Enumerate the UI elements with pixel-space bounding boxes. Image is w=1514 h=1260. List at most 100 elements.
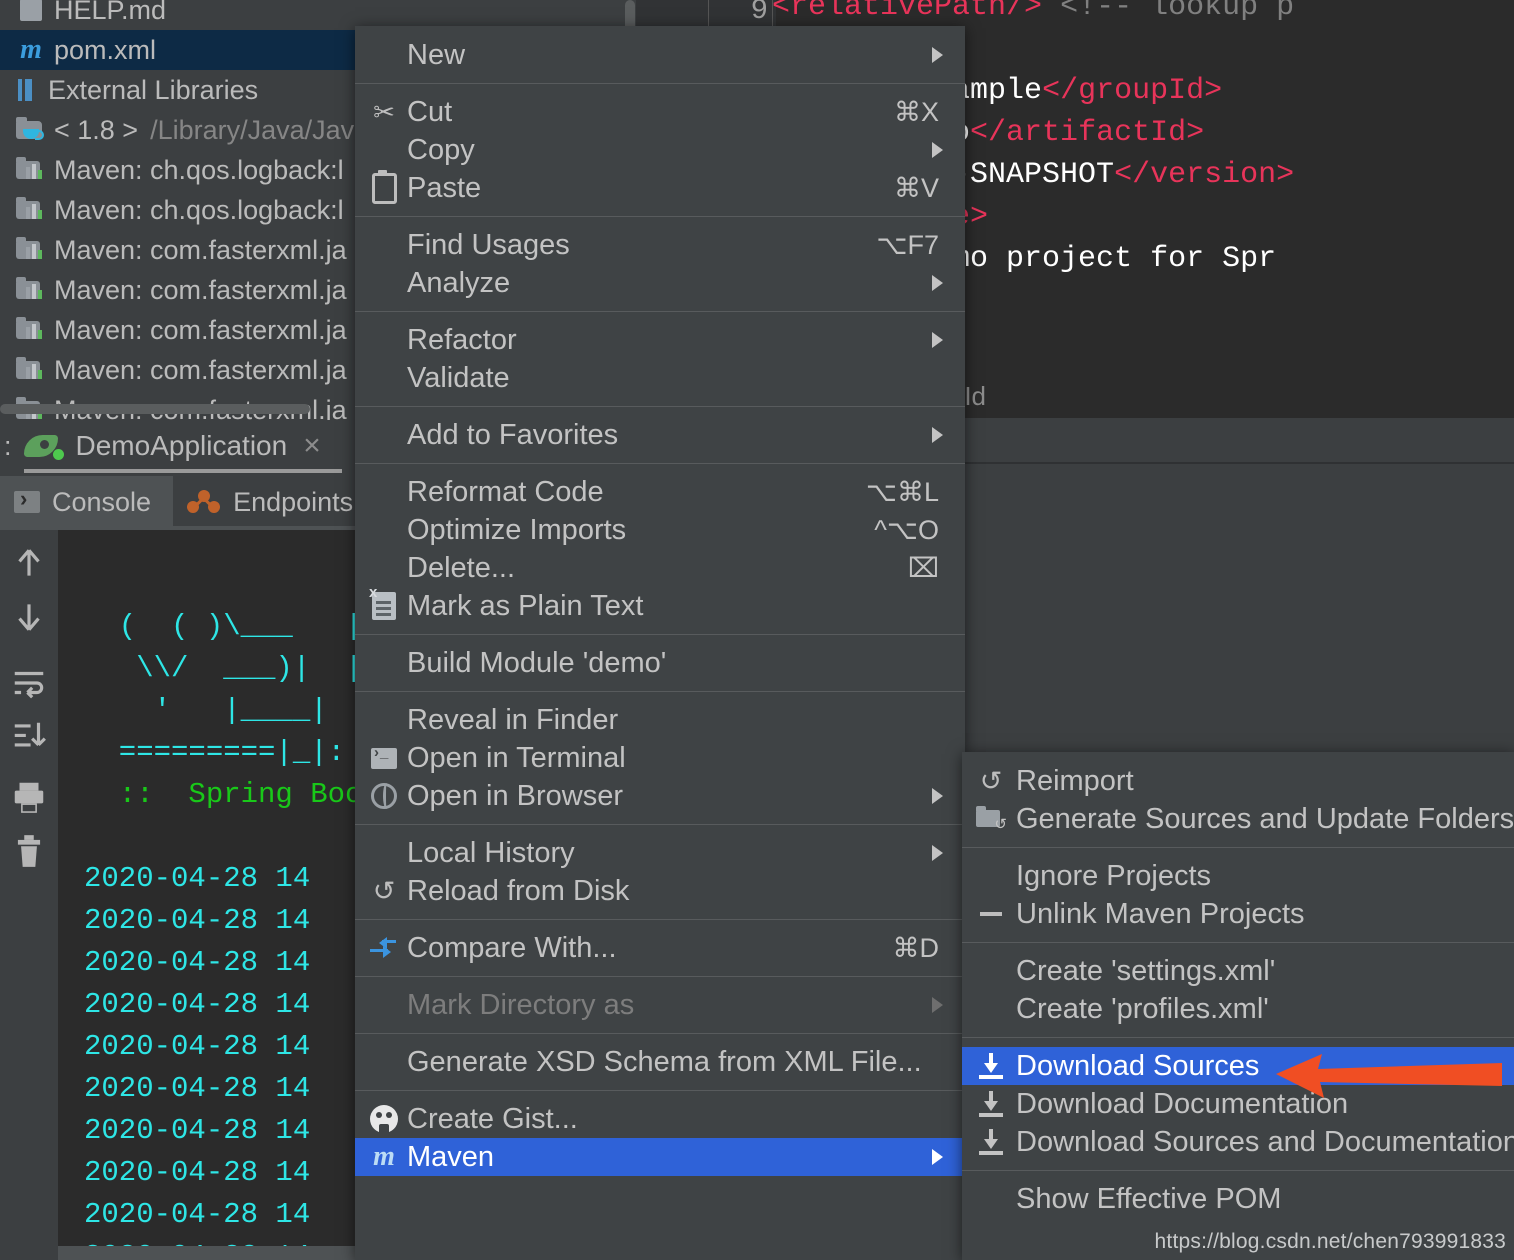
context-menu[interactable]: New ✂ Cut ⌘X Copy Paste ⌘V Find Usages ⌥F7 Analyz…	[355, 26, 965, 1260]
github-icon	[370, 1105, 398, 1133]
tab-endpoints[interactable]: Endpoints	[173, 476, 375, 528]
scroll-to-end-icon[interactable]	[10, 718, 48, 756]
menu-item[interactable]: Download Sources	[962, 1047, 1514, 1085]
menu-separator	[355, 1090, 965, 1091]
trash-icon[interactable]	[10, 832, 48, 870]
tree-item-label: Maven: com.fasterxml.ja	[54, 314, 347, 345]
menu-item[interactable]: Validate	[355, 359, 965, 397]
tab-console-label: Console	[52, 486, 152, 517]
menu-item[interactable]: Refactor	[355, 321, 965, 359]
menu-item-label: Compare With...	[407, 931, 617, 964]
maven-lib-icon	[16, 317, 46, 341]
menu-item[interactable]: ↺ Reload from Disk	[355, 872, 965, 910]
arrow-down-icon[interactable]	[10, 598, 48, 636]
menu-item[interactable]: Local History	[355, 834, 965, 872]
menu-item[interactable]: Find Usages ⌥F7	[355, 226, 965, 264]
menu-item-label: Generate XSD Schema from XML File...	[407, 1045, 922, 1078]
maven-lib-icon	[16, 197, 46, 221]
close-icon[interactable]: ×	[303, 429, 321, 463]
generate-folder-icon: ↺	[976, 806, 1007, 833]
menu-item-label: Create Gist...	[407, 1102, 578, 1135]
menu-separator	[355, 976, 965, 977]
menu-separator	[355, 634, 965, 635]
menu-item[interactable]: m Maven	[355, 1138, 965, 1176]
download-icon	[978, 1129, 1004, 1155]
menu-item[interactable]: Add to Favorites	[355, 416, 965, 454]
run-config-name[interactable]: DemoApplication	[76, 430, 288, 462]
tool-window-label: :	[4, 430, 12, 461]
compare-icon	[370, 937, 398, 959]
tree-horizontal-scrollbar[interactable]	[0, 404, 310, 414]
tree-item-label: < 1.8 >	[54, 114, 139, 145]
tree-item-label: Maven: com.fasterxml.ja	[54, 354, 347, 385]
menu-item[interactable]: Create 'profiles.xml'	[962, 990, 1514, 1028]
menu-item[interactable]: Create Gist...	[355, 1100, 965, 1138]
menu-item-shortcut: ^⌥O	[874, 514, 939, 545]
menu-item[interactable]: Create 'settings.xml'	[962, 952, 1514, 990]
menu-item[interactable]: New	[355, 36, 965, 74]
menu-item[interactable]: Mark Directory as	[355, 986, 965, 1024]
menu-item[interactable]: ↺ Generate Sources and Update Folders	[962, 800, 1514, 838]
menu-item[interactable]: Ignore Projects	[962, 857, 1514, 895]
menu-item[interactable]: Delete... ⌧	[355, 549, 965, 587]
menu-item[interactable]: Generate XSD Schema from XML File...	[355, 1043, 965, 1081]
globe-icon	[371, 783, 397, 809]
menu-item[interactable]: Reveal in Finder	[355, 701, 965, 739]
menu-item[interactable]: ✂ Cut ⌘X	[355, 93, 965, 131]
menu-separator	[962, 1037, 1514, 1038]
console-icon	[14, 486, 40, 513]
menu-item-label: New	[407, 38, 466, 71]
maven-lib-icon	[16, 157, 46, 181]
menu-item[interactable]: Optimize Imports ^⌥O	[355, 511, 965, 549]
menu-item[interactable]: Download Documentation	[962, 1085, 1514, 1123]
menu-item-label: Open in Terminal	[407, 741, 626, 774]
menu-item[interactable]: Build Module 'demo'	[355, 644, 965, 682]
menu-separator	[355, 406, 965, 407]
tab-console[interactable]: Console	[0, 476, 174, 528]
menu-item[interactable]: Mark as Plain Text	[355, 584, 965, 625]
menu-item-label: Reveal in Finder	[407, 703, 619, 736]
watermark: https://blog.csdn.net/chen793991833	[1154, 1230, 1506, 1253]
menu-separator	[355, 216, 965, 217]
tree-item-label: External Libraries	[48, 74, 259, 105]
tree-item-path: /Library/Java/Jav	[150, 114, 355, 145]
soft-wrap-icon[interactable]	[10, 664, 48, 702]
menu-item[interactable]: Analyze	[355, 264, 965, 302]
jdk-folder-icon	[16, 117, 46, 141]
print-icon[interactable]	[10, 778, 48, 816]
maven-submenu[interactable]: ↺ Reimport ↺ Generate Sources and Update Fo…	[962, 752, 1514, 1260]
maven-icon: m	[373, 1141, 395, 1172]
menu-item-label: Refactor	[407, 323, 517, 356]
menu-item[interactable]: Copy	[355, 131, 965, 169]
menu-item[interactable]: ↺ Reimport	[962, 762, 1514, 800]
menu-item[interactable]: Unlink Maven Projects	[962, 895, 1514, 933]
menu-item-shortcut: ⌥F7	[876, 229, 939, 260]
menu-item-label: Open in Browser	[407, 779, 623, 812]
plain-text-icon	[369, 584, 396, 620]
endpoints-icon	[187, 490, 221, 514]
menu-item-label: Reimport	[1016, 764, 1134, 797]
maven-lib-icon	[16, 237, 46, 261]
menu-item[interactable]: Open in Terminal	[355, 739, 965, 777]
menu-item[interactable]: Paste ⌘V	[355, 169, 965, 207]
menu-item-label: Generate Sources and Update Folders	[1016, 802, 1514, 835]
menu-item[interactable]: Download Sources and Documentation	[962, 1123, 1514, 1161]
menu-item-label: Paste	[407, 171, 482, 204]
menu-separator	[355, 1033, 965, 1034]
console-side-toolbar[interactable]	[0, 530, 58, 1260]
chevron-right-icon	[932, 845, 943, 861]
menu-item-label: Maven	[407, 1140, 495, 1173]
menu-item-label: Reformat Code	[407, 475, 604, 508]
arrow-up-icon[interactable]	[10, 544, 48, 582]
library-icon	[18, 79, 32, 101]
download-icon	[978, 1053, 1004, 1079]
clipboard-icon	[371, 169, 397, 204]
menu-item[interactable]: Show Effective POM	[962, 1180, 1514, 1218]
tab-endpoints-label: Endpoints	[233, 486, 354, 517]
menu-item[interactable]: Compare With... ⌘D	[355, 929, 965, 967]
menu-item[interactable]: Reformat Code ⌥⌘L	[355, 473, 965, 511]
chevron-right-icon	[932, 332, 943, 348]
menu-item-label: Analyze	[407, 266, 511, 299]
menu-item[interactable]: Open in Browser	[355, 777, 965, 815]
tree-item-label: Maven: com.fasterxml.ja	[54, 274, 347, 305]
